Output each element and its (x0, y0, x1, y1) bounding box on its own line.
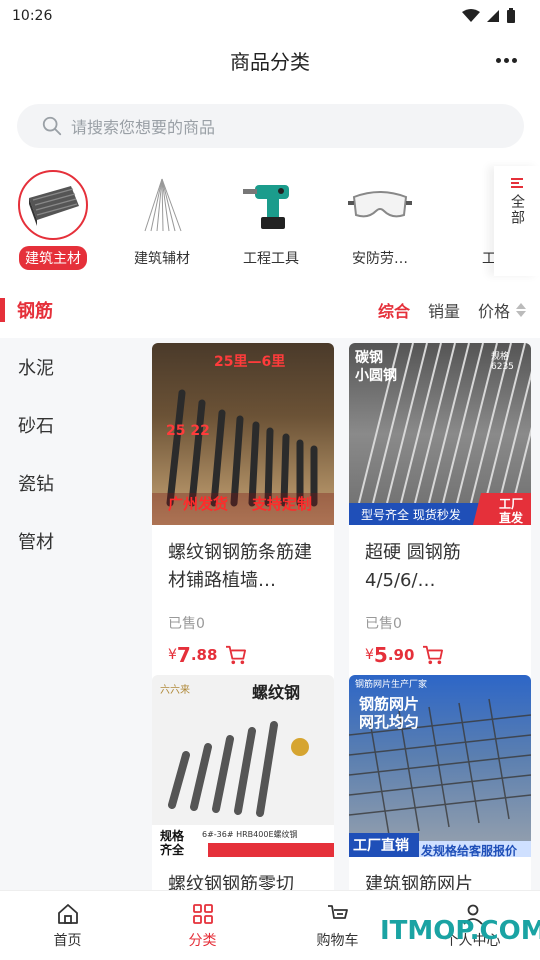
status-icons (462, 8, 516, 24)
product-card[interactable]: 25里—6里 25 22 广州发货 支持定制 螺纹钢钢筋条筋建材铺路植墙… 已售… (152, 343, 334, 683)
category-grid-icon (192, 903, 213, 924)
category-label: 安防劳… (352, 251, 408, 267)
category-tools[interactable]: 工程工具 (226, 166, 316, 276)
sort-sales[interactable]: 销量 (428, 298, 460, 322)
product-image: 25里—6里 25 22 广州发货 支持定制 (152, 343, 334, 525)
safety-goggles-icon (345, 170, 415, 240)
image-caption: 齐全 (160, 843, 185, 857)
product-card[interactable]: 钢筋网片生产厂家 钢筋网片 网孔均匀 工厂直销 发规格给客服报价 建筑钢筋网片 (349, 675, 531, 890)
product-grid: 25里—6里 25 22 广州发货 支持定制 螺纹钢钢筋条筋建材铺路植墙… 已售… (145, 338, 540, 890)
cart-icon (327, 904, 348, 919)
product-name: 螺纹钢钢筋条筋建材铺路植墙… (168, 542, 312, 591)
search-placeholder: 请搜索您想要的商品 (71, 118, 216, 137)
category-safety[interactable]: 安防劳… (335, 166, 425, 276)
watermark: ITMOP.COM (380, 916, 540, 946)
product-name: 建筑钢筋网片 (365, 874, 473, 890)
all-label: 全部 (509, 194, 525, 226)
tab-label: 首页 (53, 932, 82, 949)
category-label: 建筑辅材 (134, 251, 190, 267)
product-image: 钢筋网片生产厂家 钢筋网片 网孔均匀 工厂直销 发规格给客服报价 (349, 675, 531, 857)
image-caption: 规格6235 (491, 352, 514, 372)
image-caption: 支持定制 (252, 495, 313, 513)
tab-category[interactable]: 分类 (135, 891, 270, 960)
section-header: 钢筋 综合 销量 价格 (0, 290, 540, 330)
category-aux-materials[interactable]: 建筑辅材 (117, 166, 207, 276)
price-integer: 7 (176, 643, 191, 667)
status-bar: 10:26 (0, 0, 540, 32)
product-name: 螺纹钢钢筋零切 (168, 874, 294, 890)
product-card[interactable]: 六六来 螺纹钢 规格 齐全 6#-36# HRB400E螺纹钢 螺纹钢钢筋零切 (152, 675, 334, 890)
product-sold: 已售0 (168, 616, 205, 632)
subcategory-sidebar: 水泥 砂石 瓷钻 管材 (0, 338, 145, 890)
sort-options: 综合 销量 价格 (378, 290, 526, 330)
sidebar-item-cement[interactable]: 水泥 (0, 338, 145, 396)
product-name: 超硬 圆钢筋4/5/6/… (365, 542, 461, 591)
image-caption: 小圆钢 (355, 368, 397, 384)
search-icon (42, 116, 62, 136)
tab-label: 分类 (188, 932, 217, 949)
image-caption: 发规格给客服报价 (421, 844, 518, 857)
rebar-bundle-icon (18, 170, 88, 240)
signal-icon (487, 10, 499, 22)
category-scroller[interactable]: 建筑主材 建筑辅材 工程工具 安防劳… 工 (0, 166, 540, 276)
category-label: 工程工具 (243, 251, 299, 267)
image-caption: 网孔均匀 (359, 713, 420, 731)
sidebar-item-sand[interactable]: 砂石 (0, 396, 145, 454)
add-to-cart-icon[interactable] (225, 645, 247, 665)
category-label: 建筑主材 (19, 246, 87, 270)
image-caption: 6#-36# HRB400E螺纹钢 (202, 830, 298, 839)
category-main-materials[interactable]: 建筑主材 (8, 166, 98, 276)
title-bar: 商品分类 (0, 32, 540, 88)
add-to-cart-icon[interactable] (422, 645, 444, 665)
product-card[interactable]: 碳钢 小圆钢 规格6235 型号齐全 现货秒发 工厂 直发 超硬 圆钢筋4/5/… (349, 343, 531, 683)
price-decimal: .90 (387, 646, 415, 664)
image-caption: 25里—6里 (214, 354, 286, 370)
section-accent-bar (0, 298, 5, 322)
sidebar-item-drill[interactable]: 瓷钻 (0, 454, 145, 512)
wifi-icon (462, 9, 480, 22)
price-integer: 5 (373, 643, 388, 667)
product-sold: 已售0 (365, 616, 402, 632)
product-image: 六六来 螺纹钢 规格 齐全 6#-36# HRB400E螺纹钢 (152, 675, 334, 857)
product-image: 碳钢 小圆钢 规格6235 型号齐全 现货秒发 工厂 直发 (349, 343, 531, 525)
image-caption: 螺纹钢 (252, 683, 301, 702)
sort-comprehensive[interactable]: 综合 (378, 298, 410, 322)
sort-price-label: 价格 (477, 302, 510, 321)
image-caption: 直发 (499, 511, 524, 525)
home-icon (57, 903, 78, 924)
page-title: 商品分类 (230, 49, 310, 74)
sidebar-item-pipe[interactable]: 管材 (0, 512, 145, 570)
price-currency: ¥ (168, 647, 177, 663)
wire-bundle-icon (127, 170, 197, 240)
image-caption: 六六来 (160, 685, 190, 696)
tab-home[interactable]: 首页 (0, 891, 135, 960)
sort-arrows-icon (516, 303, 526, 317)
power-drill-icon (236, 170, 306, 240)
tab-label: 购物车 (316, 932, 359, 949)
more-icon[interactable] (490, 44, 522, 76)
search-input[interactable]: 请搜索您想要的商品 (17, 104, 524, 148)
section-title: 钢筋 (17, 301, 53, 322)
image-caption: 型号齐全 现货秒发 (361, 508, 461, 522)
all-categories-button[interactable]: 全部 (494, 166, 540, 276)
image-caption: 工厂直销 (353, 838, 409, 854)
sort-price[interactable]: 价格 (478, 298, 526, 322)
price-currency: ¥ (365, 647, 374, 663)
image-caption: 碳钢 (355, 350, 383, 366)
image-caption: 钢筋网片生产厂家 (355, 680, 428, 690)
image-caption: 25 22 (166, 423, 210, 439)
price-decimal: .88 (190, 646, 218, 664)
image-caption: 广州发货 (168, 495, 229, 513)
sort-down-icon (511, 178, 523, 188)
status-time: 10:26 (12, 8, 53, 24)
battery-icon (507, 8, 515, 23)
